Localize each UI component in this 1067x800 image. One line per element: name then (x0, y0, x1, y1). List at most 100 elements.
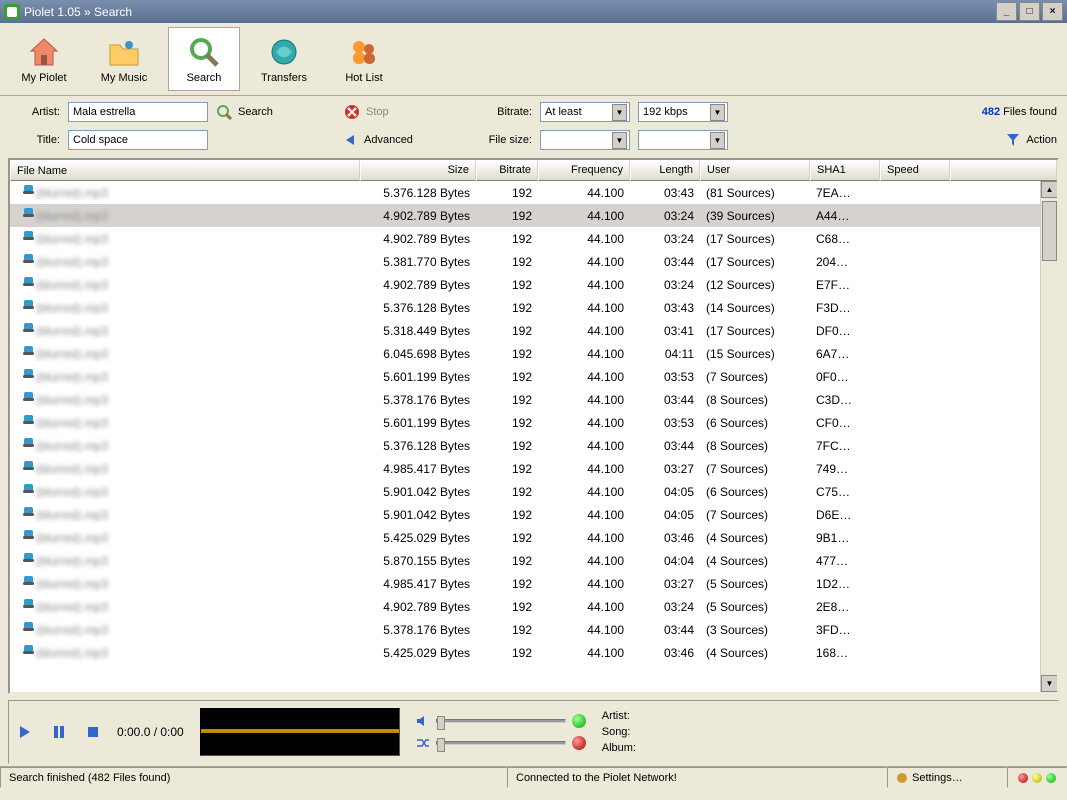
bitrate-value-select[interactable]: 192 kbps ▼ (638, 102, 728, 122)
file-sha1: C3D… (810, 393, 880, 407)
table-row[interactable]: (blurred).mp36.045.698 Bytes19244.10004:… (10, 342, 1057, 365)
my-music-button[interactable]: My Music (88, 27, 160, 91)
stop-icon (344, 104, 360, 120)
file-length: 03:46 (630, 531, 700, 545)
col-filename[interactable]: File Name (10, 160, 360, 181)
status-left: Search finished (482 Files found) (0, 767, 507, 788)
table-row[interactable]: (blurred).mp35.378.176 Bytes19244.10003:… (10, 618, 1057, 641)
file-sha1: 7FC… (810, 439, 880, 453)
file-sha1: 477… (810, 554, 880, 568)
table-row[interactable]: (blurred).mp35.376.128 Bytes19244.10003:… (10, 296, 1057, 319)
file-size: 5.378.176 Bytes (360, 623, 476, 637)
col-bitrate[interactable]: Bitrate (476, 160, 538, 181)
file-bitrate: 192 (476, 531, 538, 545)
file-name: (blurred).mp3 (36, 416, 108, 430)
table-row[interactable]: (blurred).mp34.985.417 Bytes19244.10003:… (10, 572, 1057, 595)
player-artist-label: Artist: (602, 708, 636, 724)
my-piolet-button[interactable]: My Piolet (8, 27, 80, 91)
file-bitrate: 192 (476, 646, 538, 660)
file-bitrate: 192 (476, 255, 538, 269)
table-row[interactable]: (blurred).mp35.381.770 Bytes19244.10003:… (10, 250, 1057, 273)
results-body[interactable]: (blurred).mp35.376.128 Bytes19244.10003:… (10, 181, 1057, 692)
stop-player-button[interactable] (85, 724, 101, 740)
table-row[interactable]: (blurred).mp35.425.029 Bytes19244.10003:… (10, 641, 1057, 664)
file-length: 03:53 (630, 416, 700, 430)
title-input[interactable] (68, 130, 208, 150)
search-small-icon (216, 104, 232, 120)
settings-link[interactable]: Settings… (887, 767, 1007, 788)
player-time: 0:00.0 / 0:00 (117, 725, 184, 739)
close-button[interactable]: × (1042, 2, 1063, 21)
filesize-value-select[interactable]: ▼ (638, 130, 728, 150)
scroll-up-button[interactable]: ▲ (1041, 181, 1057, 198)
headphones-icon (20, 645, 36, 661)
file-size: 5.901.042 Bytes (360, 485, 476, 499)
file-size: 5.376.128 Bytes (360, 186, 476, 200)
table-row[interactable]: (blurred).mp34.902.789 Bytes19244.10003:… (10, 204, 1057, 227)
col-size[interactable]: Size (360, 160, 476, 181)
stop-button[interactable]: Stop (344, 104, 464, 120)
file-bitrate: 192 (476, 278, 538, 292)
table-row[interactable]: (blurred).mp35.601.199 Bytes19244.10003:… (10, 365, 1057, 388)
player-album-label: Album: (602, 740, 636, 756)
table-row[interactable]: (blurred).mp34.902.789 Bytes19244.10003:… (10, 227, 1057, 250)
gear-icon (896, 772, 908, 784)
table-row[interactable]: (blurred).mp35.376.128 Bytes19244.10003:… (10, 434, 1057, 457)
filesize-mode-select[interactable]: ▼ (540, 130, 630, 150)
file-length: 03:24 (630, 278, 700, 292)
home-icon (26, 34, 62, 70)
scroll-down-button[interactable]: ▼ (1041, 675, 1057, 692)
minimize-button[interactable]: _ (996, 2, 1017, 21)
bitrate-mode-select[interactable]: At least ▼ (540, 102, 630, 122)
player-bar: 0:00.0 / 0:00 Artist: Song: Album: (8, 700, 1059, 764)
col-sha1[interactable]: SHA1 (810, 160, 880, 181)
file-bitrate: 192 (476, 600, 538, 614)
headphones-icon (20, 231, 36, 247)
transfers-button[interactable]: Transfers (248, 27, 320, 91)
file-frequency: 44.100 (538, 393, 630, 407)
table-row[interactable]: (blurred).mp35.601.199 Bytes19244.10003:… (10, 411, 1057, 434)
artist-label: Artist: (10, 106, 60, 118)
results-header: File Name Size Bitrate Frequency Length … (10, 160, 1057, 181)
file-length: 03:44 (630, 255, 700, 269)
volume-slider[interactable] (436, 719, 566, 723)
file-user: (5 Sources) (700, 577, 810, 591)
maximize-button[interactable]: □ (1019, 2, 1040, 21)
action-button[interactable]: Action (937, 133, 1057, 147)
table-row[interactable]: (blurred).mp35.870.155 Bytes19244.10004:… (10, 549, 1057, 572)
file-bitrate: 192 (476, 209, 538, 223)
headphones-icon (20, 323, 36, 339)
file-sha1: 9B1… (810, 531, 880, 545)
file-frequency: 44.100 (538, 186, 630, 200)
table-row[interactable]: (blurred).mp35.318.449 Bytes19244.10003:… (10, 319, 1057, 342)
file-frequency: 44.100 (538, 209, 630, 223)
vertical-scrollbar[interactable]: ▲ ▼ (1040, 181, 1057, 692)
artist-input[interactable] (68, 102, 208, 122)
col-length[interactable]: Length (630, 160, 700, 181)
headphones-icon (20, 392, 36, 408)
col-frequency[interactable]: Frequency (538, 160, 630, 181)
scroll-thumb[interactable] (1042, 201, 1057, 261)
table-row[interactable]: (blurred).mp34.902.789 Bytes19244.10003:… (10, 595, 1057, 618)
file-bitrate: 192 (476, 508, 538, 522)
table-row[interactable]: (blurred).mp35.378.176 Bytes19244.10003:… (10, 388, 1057, 411)
file-size: 5.601.199 Bytes (360, 416, 476, 430)
file-user: (7 Sources) (700, 370, 810, 384)
play-button[interactable] (17, 724, 33, 740)
table-row[interactable]: (blurred).mp34.985.417 Bytes19244.10003:… (10, 457, 1057, 480)
hot-list-button[interactable]: Hot List (328, 27, 400, 91)
file-user: (4 Sources) (700, 646, 810, 660)
col-user[interactable]: User (700, 160, 810, 181)
search-button[interactable]: Search (168, 27, 240, 91)
table-row[interactable]: (blurred).mp35.901.042 Bytes19244.10004:… (10, 480, 1057, 503)
table-row[interactable]: (blurred).mp35.376.128 Bytes19244.10003:… (10, 181, 1057, 204)
table-row[interactable]: (blurred).mp34.902.789 Bytes19244.10003:… (10, 273, 1057, 296)
pause-button[interactable] (51, 724, 67, 740)
seek-slider[interactable] (436, 741, 566, 745)
do-search-button[interactable]: Search (216, 104, 336, 120)
table-row[interactable]: (blurred).mp35.901.042 Bytes19244.10004:… (10, 503, 1057, 526)
col-speed[interactable]: Speed (880, 160, 950, 181)
advanced-button[interactable]: Advanced (344, 133, 464, 147)
table-row[interactable]: (blurred).mp35.425.029 Bytes19244.10003:… (10, 526, 1057, 549)
headphones-icon (20, 369, 36, 385)
